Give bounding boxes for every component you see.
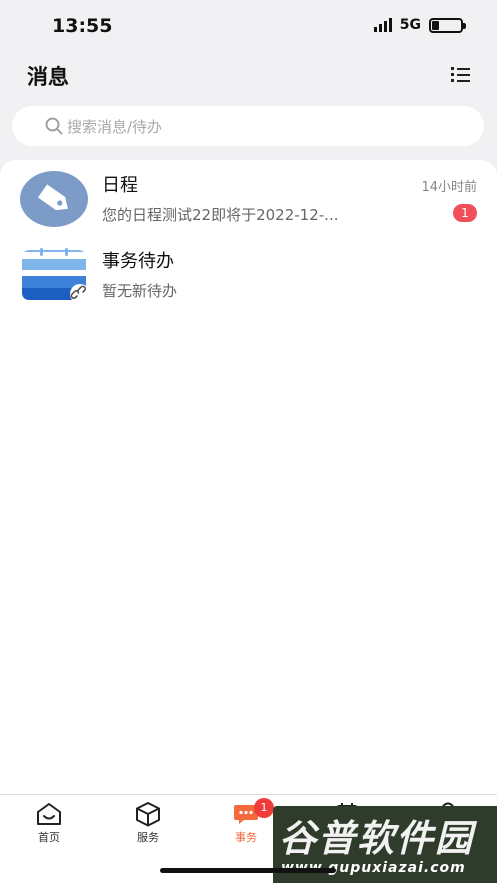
battery-level [432,20,439,30]
battery-icon [429,17,466,33]
item-time: 14小时前 [421,180,477,195]
watermark-title: 谷普软件园 [279,817,474,860]
status-indicators: 5G [373,17,466,33]
list-item-todo[interactable]: 事务待办 暂无新待办 [0,244,497,320]
item-title: 事务待办 [102,251,174,272]
tab-home[interactable]: 首页 [9,801,89,849]
network-type: 5G [399,17,421,33]
home-icon [37,803,61,825]
calendar-link-icon [22,248,88,304]
tab-label: 服务 [137,831,159,844]
search-placeholder: 搜索消息/待办 [67,117,163,136]
tag-icon [20,171,88,227]
list-menu-icon[interactable] [451,66,471,82]
item-subtitle: 暂无新待办 [102,282,178,300]
message-list: 日程 您的日程测试22即将于2022-12-... 14小时前 1 事务待办 暂… [0,160,497,794]
page-title: 消息 [27,65,69,89]
status-bar: 13:55 5G [0,0,497,52]
tab-badge: 1 [254,798,274,818]
status-time: 13:55 [52,15,113,37]
list-item-schedule[interactable]: 日程 您的日程测试22即将于2022-12-... 14小时前 1 [0,168,497,244]
item-subtitle: 您的日程测试22即将于2022-12-... [102,206,339,224]
tab-service[interactable]: 服务 [108,801,188,849]
search-icon [45,117,63,135]
signal-icon [373,18,392,32]
home-indicator [160,868,336,873]
item-title: 日程 [102,175,138,196]
unread-badge: 1 [453,204,477,222]
header: 消息 [0,52,497,98]
search-input[interactable]: 搜索消息/待办 [12,106,484,146]
tab-label: 首页 [38,831,60,844]
cube-icon [136,802,160,827]
